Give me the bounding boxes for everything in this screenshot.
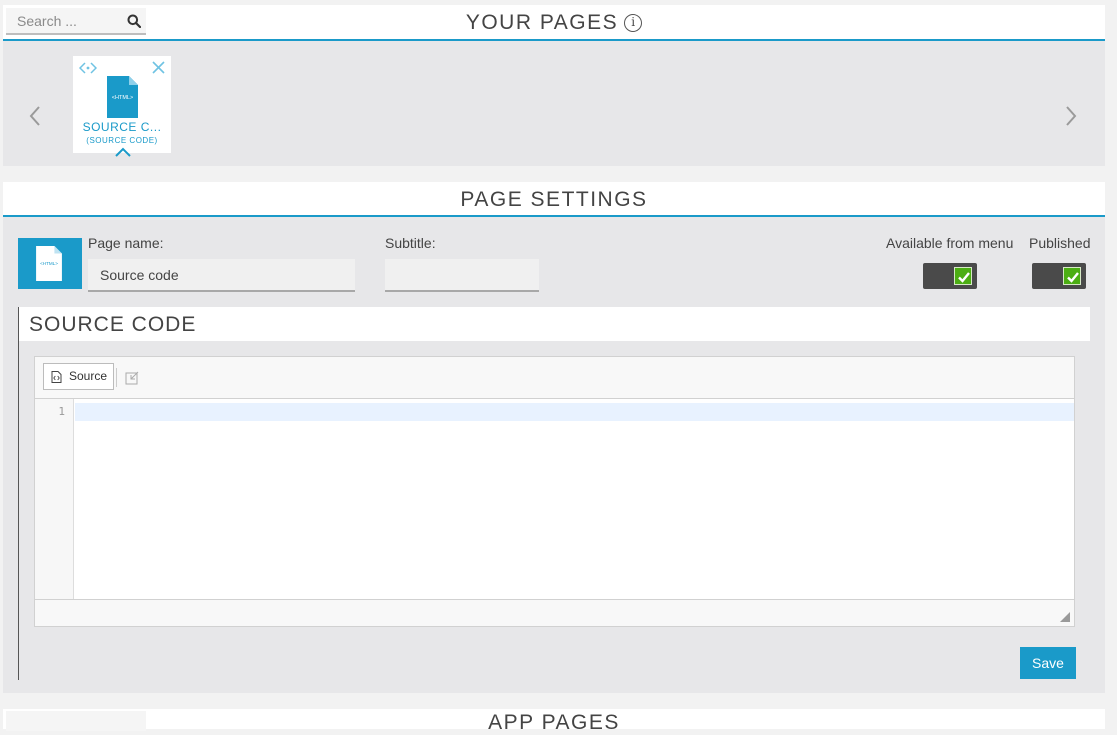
file-badge-text: <HTML> (112, 95, 133, 101)
page-settings-panel: <HTML> Page name: Subtitle: Available fr… (3, 217, 1105, 693)
page-card-source-code[interactable]: <HTML> SOURCE C... (SOURCE CODE) (73, 56, 171, 157)
code-icon[interactable] (79, 61, 97, 75)
subtitle-label: Subtitle: (385, 235, 436, 251)
tile-badge-text: <HTML> (40, 261, 58, 266)
page-type-tile: <HTML> (18, 238, 82, 289)
save-button[interactable]: Save (1020, 647, 1076, 679)
subtitle-field[interactable] (385, 259, 539, 292)
source-code-section: SOURCE CODE Source 1 Save (18, 307, 1090, 680)
published-toggle[interactable] (1032, 263, 1086, 289)
published-label: Published (1029, 235, 1091, 251)
pages-carousel: <HTML> SOURCE C... (SOURCE CODE) (3, 41, 1105, 166)
resize-grip-icon[interactable] (1060, 612, 1070, 622)
maximize-icon[interactable] (125, 370, 140, 385)
html-file-icon: <HTML> (36, 246, 62, 281)
your-pages-header: YOUR PAGES i (3, 5, 1105, 41)
page-settings-title: PAGE SETTINGS (460, 188, 648, 211)
toggle-knob (954, 267, 972, 285)
source-code-title-bar: SOURCE CODE (19, 307, 1090, 341)
code-editor: Source 1 (34, 356, 1075, 627)
card-type-label: (SOURCE CODE) (86, 136, 158, 145)
source-icon (51, 371, 62, 383)
page-settings-header: PAGE SETTINGS (3, 182, 1105, 217)
html-file-icon: <HTML> (107, 76, 138, 118)
source-button-label: Source (69, 369, 108, 383)
available-from-menu-toggle[interactable] (923, 263, 977, 289)
active-line-highlight (75, 403, 1074, 421)
checkmark-icon (1067, 272, 1079, 283)
app-pages-title: APP PAGES (488, 711, 620, 734)
your-pages-title: YOUR PAGES i (3, 11, 1105, 35)
code-area[interactable]: 1 (35, 399, 1074, 600)
chevron-right-icon[interactable] (1063, 104, 1079, 128)
page-name-label: Page name: (88, 235, 164, 251)
source-button[interactable]: Source (43, 363, 115, 390)
chevron-left-icon[interactable] (27, 104, 43, 128)
page-name-field[interactable] (88, 259, 355, 292)
line-number: 1 (58, 405, 65, 418)
toggle-knob (1063, 267, 1081, 285)
source-code-title: SOURCE CODE (29, 313, 197, 336)
checkmark-icon (958, 272, 970, 283)
your-pages-title-text: YOUR PAGES (465, 11, 619, 34)
line-number-gutter: 1 (35, 399, 74, 600)
editor-footer (35, 599, 1074, 626)
card-title: SOURCE C... (82, 120, 162, 134)
toolbar-separator (116, 368, 117, 387)
editor-toolbar: Source (35, 357, 1074, 399)
app-pages-header: APP PAGES (3, 709, 1105, 734)
available-from-menu-label: Available from menu (886, 235, 1014, 251)
info-icon[interactable]: i (624, 14, 643, 32)
close-icon[interactable] (152, 61, 165, 74)
chevron-up-icon (115, 147, 131, 157)
